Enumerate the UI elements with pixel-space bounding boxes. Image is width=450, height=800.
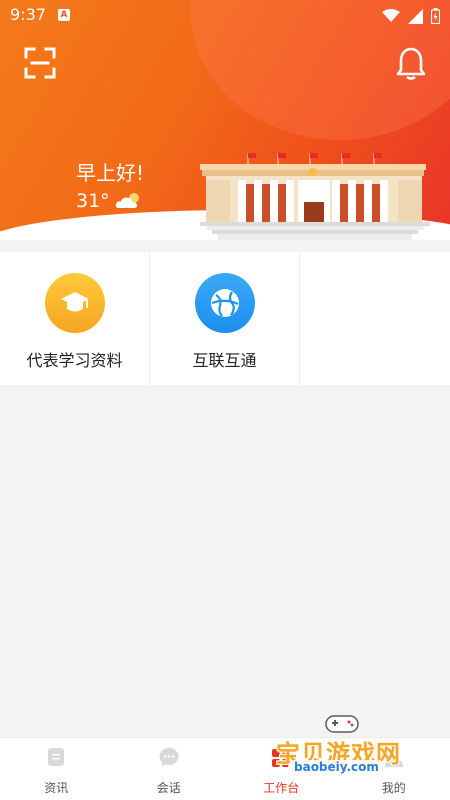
graduation-cap-icon — [60, 292, 89, 312]
status-time: 9:37 — [10, 5, 46, 24]
status-bar: 9:37 A — [0, 0, 450, 32]
header-banner: 9:37 A 早上好! 31° — [0, 0, 450, 240]
nav-label: 会话 — [156, 781, 181, 795]
news-icon — [48, 748, 65, 766]
battery-icon — [431, 8, 440, 24]
tile-interconnect[interactable]: 互联互通 — [150, 252, 300, 385]
tile-empty — [300, 252, 450, 385]
wifi-icon — [382, 9, 400, 22]
greeting-text: 早上好! — [76, 161, 145, 185]
tile-study-materials[interactable]: 代表学习资料 — [0, 252, 150, 385]
weather: 31° — [76, 190, 144, 212]
chat-icon — [159, 748, 179, 767]
notification-button[interactable] — [396, 46, 426, 80]
temperature-text: 31° — [76, 190, 110, 212]
gamepad-icon — [325, 715, 359, 733]
feature-grid: 代表学习资料 互联互通 — [0, 252, 450, 385]
hall-illustration — [200, 153, 430, 240]
watermark: 宝贝游戏网 baobeiy.com — [272, 712, 422, 782]
globe-network-icon — [210, 289, 239, 317]
signal-icon — [408, 8, 423, 24]
watermark-url: baobeiy.com — [288, 760, 385, 774]
bell-icon — [396, 47, 426, 80]
scan-button[interactable] — [24, 47, 56, 79]
tile-icon-circle — [44, 273, 105, 333]
tile-label: 互联互通 — [192, 351, 257, 370]
nav-item-chat[interactable]: 会话 — [113, 738, 226, 800]
status-icons — [382, 7, 440, 25]
nav-label: 资讯 — [44, 781, 69, 795]
cloud-sun-icon — [115, 193, 139, 208]
scan-icon — [24, 47, 56, 79]
nav-item-news[interactable]: 资讯 — [0, 738, 113, 800]
tile-icon-circle — [194, 273, 255, 333]
tile-label: 代表学习资料 — [26, 351, 123, 370]
status-indicator-icon: A — [58, 9, 70, 21]
